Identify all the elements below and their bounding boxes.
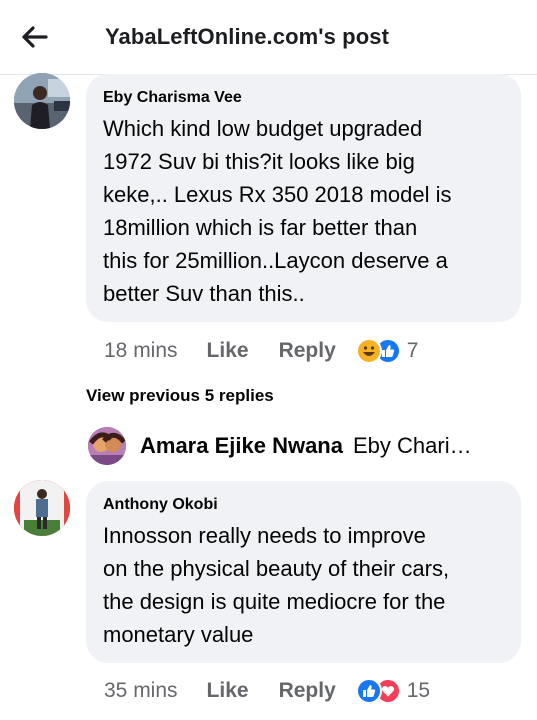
- top-bar: YabaLeftOnline.com's post: [0, 0, 537, 75]
- profile-photo: [14, 480, 70, 536]
- reply-profile-photo: [88, 427, 126, 465]
- reply-button[interactable]: Reply: [279, 679, 336, 703]
- comment-bubble: Anthony Okobi Innosson really needs to i…: [86, 481, 521, 663]
- like-button[interactable]: Like: [207, 339, 249, 363]
- comment-timestamp[interactable]: 18 mins: [104, 339, 178, 363]
- reply-author[interactable]: Amara Ejike Nwana: [140, 433, 343, 459]
- like-button[interactable]: Like: [207, 679, 249, 703]
- comment-actions: 35 mins Like Reply 15: [104, 677, 430, 705]
- reaction-summary[interactable]: 7: [355, 338, 419, 364]
- reply-avatar: [88, 427, 126, 465]
- comment-text: Innosson really needs to improve on the …: [103, 523, 450, 647]
- reply-button[interactable]: Reply: [279, 339, 336, 363]
- reaction-count: 15: [406, 679, 431, 702]
- comment-author[interactable]: Eby Charisma Vee: [103, 89, 242, 107]
- like-reaction-icon: [355, 678, 382, 704]
- haha-reaction-icon: [355, 338, 382, 364]
- avatar[interactable]: [14, 73, 70, 129]
- back-button[interactable]: [18, 20, 52, 54]
- comment-text: Which kind low budget upgraded 1972 Suv …: [103, 116, 452, 306]
- back-arrow-icon: [22, 26, 48, 48]
- page-title: YabaLeftOnline.com's post: [105, 24, 390, 49]
- comment-bubble: Eby Charisma Vee Which kind low budget u…: [86, 74, 521, 322]
- comment-timestamp[interactable]: 35 mins: [104, 679, 178, 703]
- profile-photo: [14, 73, 70, 129]
- comment-author[interactable]: Anthony Okobi: [103, 496, 218, 514]
- reply-preview[interactable]: Amara Ejike Nwana Eby Chari…: [88, 425, 472, 467]
- reaction-summary[interactable]: 15: [355, 678, 431, 704]
- avatar[interactable]: [14, 480, 70, 536]
- reply-snippet: Eby Chari…: [352, 433, 472, 458]
- reaction-count: 7: [406, 339, 419, 362]
- comment-actions: 18 mins Like Reply 7: [104, 337, 418, 365]
- view-previous-replies-link[interactable]: View previous 5 replies: [86, 386, 274, 406]
